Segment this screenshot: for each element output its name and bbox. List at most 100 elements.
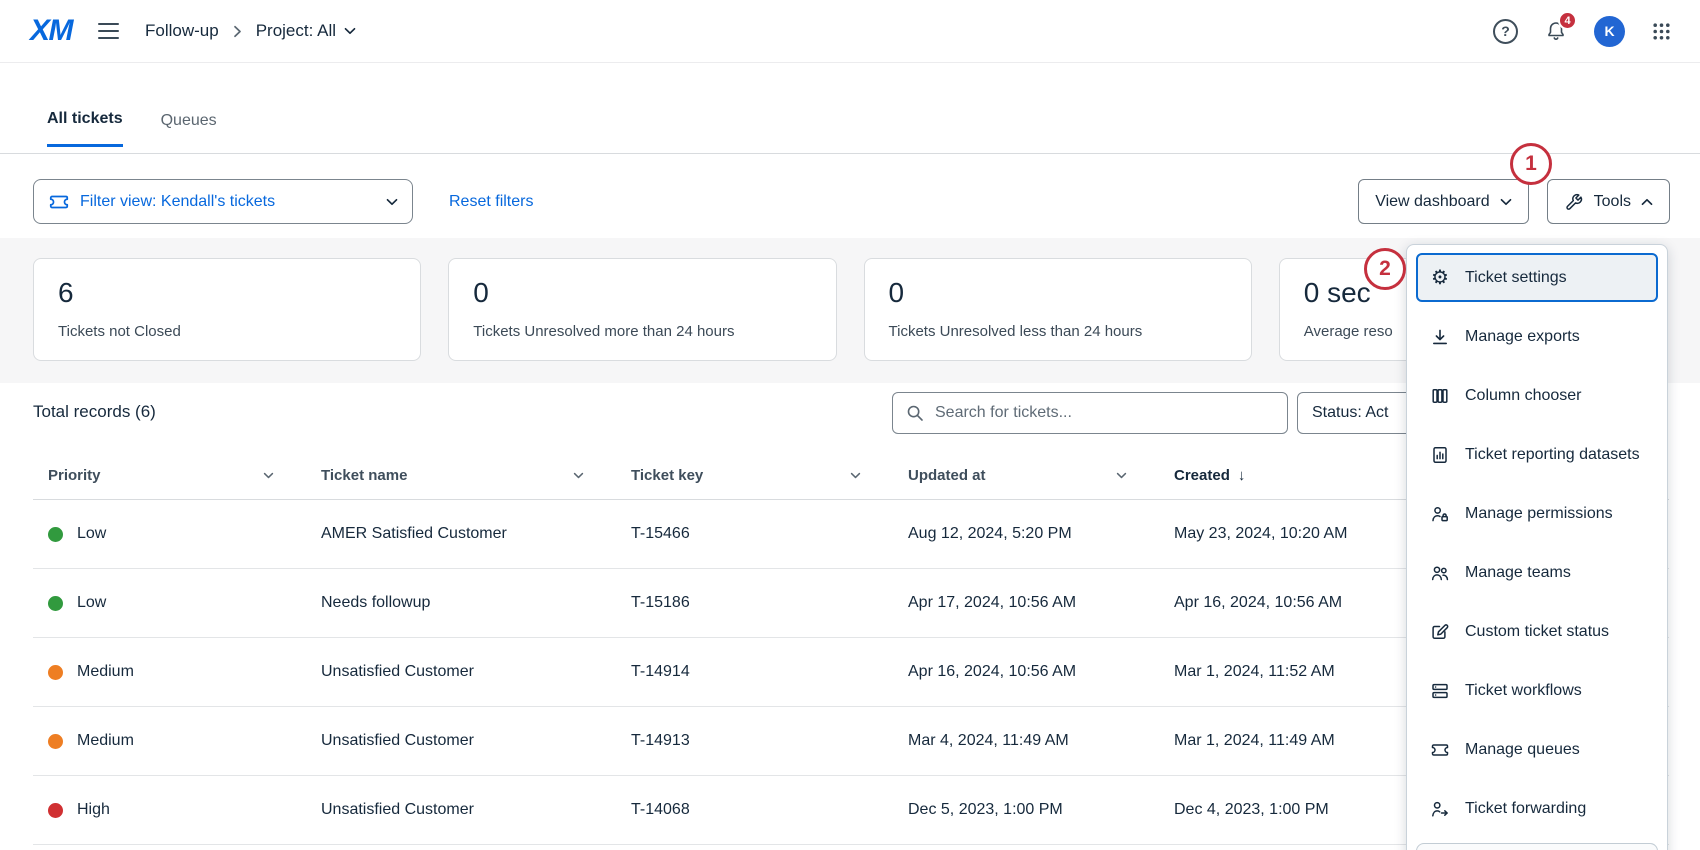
sort-descending-icon[interactable]: ↓ [1238, 467, 1246, 484]
report-icon [1429, 444, 1451, 466]
ticket-name-cell: Needs followup [306, 594, 616, 612]
updated-at-cell: Apr 17, 2024, 10:56 AM [893, 594, 1159, 612]
person-arrow-icon [1429, 798, 1451, 820]
wrench-icon [1564, 192, 1584, 212]
tools-button[interactable]: Tools [1547, 179, 1670, 224]
menu-item-manage-exports[interactable]: Manage exports [1416, 312, 1658, 361]
priority-value: Low [77, 525, 106, 543]
menu-item-ticket-workflows[interactable]: Ticket workflows [1416, 666, 1658, 715]
updated-at-cell: Aug 12, 2024, 5:20 PM [893, 525, 1159, 543]
ticket-key-cell: T-15466 [616, 525, 893, 543]
menu-item-ticket-forwarding[interactable]: Ticket forwarding [1416, 784, 1658, 833]
ticket-icon [48, 191, 70, 213]
chevron-down-icon[interactable] [1116, 472, 1127, 479]
apps-grid-button[interactable] [1651, 21, 1672, 42]
priority-dot [48, 665, 63, 680]
menu-item-label: Column chooser [1465, 387, 1582, 405]
chevron-down-icon [344, 27, 356, 35]
notifications-button[interactable]: 4 [1544, 19, 1568, 43]
ticket-name-cell: Unsatisfied Customer [306, 801, 616, 819]
menu-item-manage-permissions[interactable]: Manage permissions [1416, 489, 1658, 538]
reset-filters-link[interactable]: Reset filters [449, 193, 533, 211]
annotation-step-1: 1 [1510, 143, 1552, 185]
priority-dot [48, 734, 63, 749]
menu-item-manage-queues[interactable]: Manage queues [1416, 725, 1658, 774]
people-icon [1429, 562, 1451, 584]
ticket-name-cell: Unsatisfied Customer [306, 663, 616, 681]
menu-item-custom-ticket-status[interactable]: Custom ticket status [1416, 607, 1658, 656]
ticket-key-cell: T-14913 [616, 732, 893, 750]
top-bar: XM Follow-up Project: All ? [0, 0, 1700, 63]
total-records-label: Total records (6) [33, 402, 156, 422]
column-header-ticket-key[interactable]: Ticket key [616, 467, 893, 484]
view-dashboard-label: View dashboard [1375, 193, 1489, 211]
priority-dot [48, 596, 63, 611]
xm-logo: XM [30, 14, 72, 48]
ticket-tabs: All tickets Queues [47, 110, 217, 147]
edit-icon [1429, 621, 1451, 643]
ticket-name-cell: AMER Satisfied Customer [306, 525, 616, 543]
columns-icon [1429, 385, 1451, 407]
menu-item-manage-teams[interactable]: Manage teams [1416, 548, 1658, 597]
chevron-up-icon [1641, 198, 1653, 206]
priority-value: Medium [77, 663, 134, 681]
chevron-right-icon [233, 25, 242, 38]
priority-value: Medium [77, 732, 134, 750]
apps-grid-icon [1651, 21, 1672, 42]
updated-at-cell: Apr 16, 2024, 10:56 AM [893, 663, 1159, 681]
tools-menu-partial-item [1416, 843, 1658, 850]
menu-item-label: Ticket workflows [1465, 682, 1582, 700]
priority-dot [48, 527, 63, 542]
filter-view-dropdown[interactable]: Filter view: Kendall's tickets [33, 179, 413, 224]
updated-at-cell: Dec 5, 2023, 1:00 PM [893, 801, 1159, 819]
ticket-name-cell: Unsatisfied Customer [306, 732, 616, 750]
tab-all-tickets[interactable]: All tickets [47, 110, 123, 147]
tools-dropdown-menu: ⚙ Ticket settings Manage exports Column … [1406, 244, 1668, 850]
menu-item-label: Manage teams [1465, 564, 1571, 582]
menu-item-label: Manage queues [1465, 741, 1580, 759]
menu-item-ticket-settings[interactable]: ⚙ Ticket settings [1416, 253, 1658, 302]
stat-label: Tickets Unresolved less than 24 hours [889, 323, 1227, 340]
help-icon: ? [1493, 19, 1518, 44]
updated-at-cell: Mar 4, 2024, 11:49 AM [893, 732, 1159, 750]
stat-label: Tickets not Closed [58, 323, 396, 340]
filter-view-label: Filter view: Kendall's tickets [80, 193, 275, 211]
gear-icon: ⚙ [1429, 267, 1451, 289]
chevron-down-icon [1500, 198, 1512, 206]
menu-item-ticket-reporting-datasets[interactable]: Ticket reporting datasets [1416, 430, 1658, 479]
project-selector[interactable]: Project: All [256, 21, 356, 41]
avatar[interactable]: K [1594, 16, 1625, 47]
download-icon [1429, 326, 1451, 348]
chevron-down-icon[interactable] [850, 472, 861, 479]
app-root: XM Follow-up Project: All ? [0, 0, 1700, 850]
ticket-key-cell: T-15186 [616, 594, 893, 612]
menu-item-column-chooser[interactable]: Column chooser [1416, 371, 1658, 420]
search-input[interactable] [935, 404, 1275, 422]
column-label: Created [1174, 467, 1230, 484]
stat-card-unresolved-less-24h: 0 Tickets Unresolved less than 24 hours [864, 258, 1252, 361]
column-label: Ticket name [321, 467, 407, 484]
priority-dot [48, 803, 63, 818]
view-dashboard-button[interactable]: View dashboard [1358, 179, 1528, 224]
column-header-updated-at[interactable]: Updated at [893, 467, 1159, 484]
notification-badge: 4 [1558, 11, 1577, 30]
workflow-icon [1429, 680, 1451, 702]
divider [0, 153, 1700, 154]
column-label: Priority [48, 467, 101, 484]
menu-item-label: Ticket settings [1465, 269, 1567, 287]
chevron-down-icon[interactable] [573, 472, 584, 479]
column-label: Updated at [908, 467, 986, 484]
column-header-ticket-name[interactable]: Ticket name [306, 467, 616, 484]
breadcrumb-section[interactable]: Follow-up [145, 21, 219, 41]
menu-item-label: Ticket reporting datasets [1465, 446, 1640, 464]
hamburger-menu-icon[interactable] [98, 23, 119, 39]
chevron-down-icon[interactable] [263, 472, 274, 479]
priority-value: Low [77, 594, 106, 612]
tab-queues[interactable]: Queues [161, 110, 217, 147]
stat-card-unresolved-more-24h: 0 Tickets Unresolved more than 24 hours [448, 258, 836, 361]
menu-item-label: Ticket forwarding [1465, 800, 1586, 818]
help-button[interactable]: ? [1493, 19, 1518, 44]
breadcrumb: Follow-up Project: All [145, 21, 356, 41]
column-header-priority[interactable]: Priority [33, 467, 306, 484]
ticket-search [892, 392, 1288, 434]
